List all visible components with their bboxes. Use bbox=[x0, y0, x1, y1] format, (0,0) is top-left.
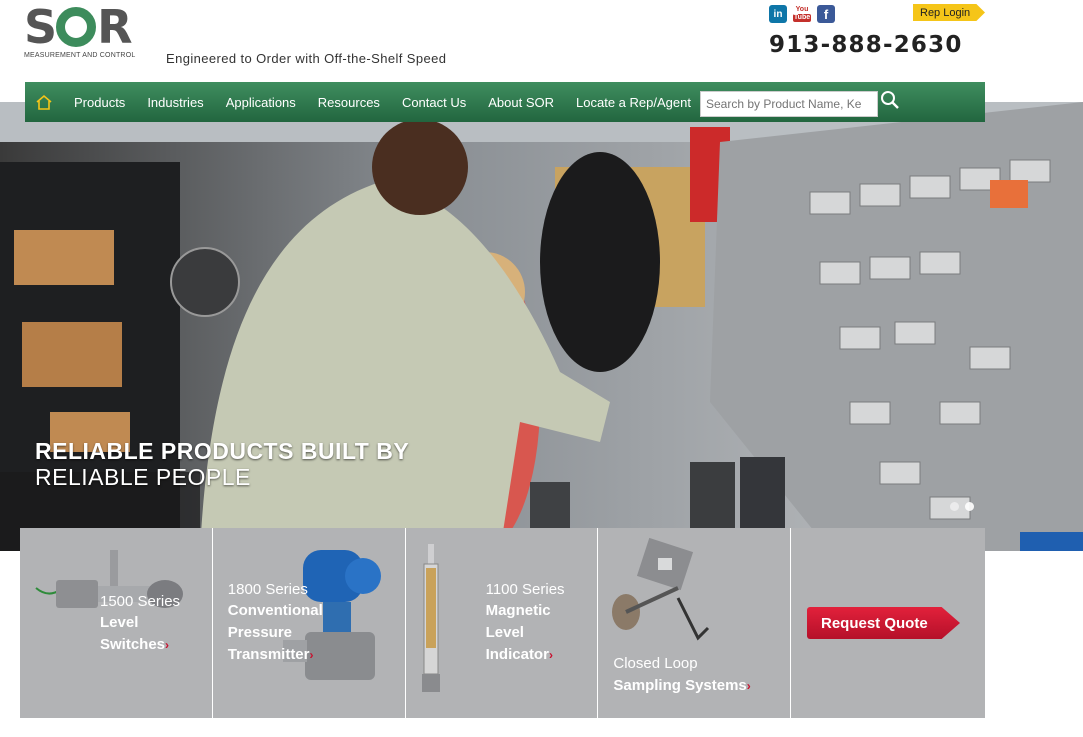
facebook-icon[interactable]: f bbox=[817, 5, 835, 23]
tile-name-text: Switches bbox=[100, 636, 166, 653]
youtube-icon-top: You bbox=[795, 6, 809, 13]
tile-name-line2: Pressure bbox=[227, 624, 293, 641]
carousel-dot-active[interactable] bbox=[965, 502, 974, 511]
tile-series: Closed Loop bbox=[613, 655, 698, 672]
hero-subtitle: RELIABLE PEOPLE bbox=[35, 464, 251, 490]
tile-series: 1500 Series bbox=[100, 593, 181, 610]
chevron-right-icon: › bbox=[309, 648, 314, 662]
carousel-dots bbox=[950, 502, 974, 511]
tile-name-line2: Switches› bbox=[100, 634, 169, 656]
sor-logo[interactable]: SR MEASUREMENT AND CONTROL bbox=[24, 4, 148, 64]
social-links: in You Tube f bbox=[769, 5, 835, 23]
chevron-right-icon: › bbox=[165, 638, 170, 652]
linkedin-icon[interactable]: in bbox=[769, 5, 787, 23]
request-quote-button[interactable]: Request Quote bbox=[807, 607, 960, 639]
main-nav: Products Industries Applications Resourc… bbox=[25, 82, 985, 122]
nav-contact-us[interactable]: Contact Us bbox=[391, 95, 477, 110]
nav-about-sor[interactable]: About SOR bbox=[477, 95, 565, 110]
nav-resources[interactable]: Resources bbox=[307, 95, 391, 110]
search-input[interactable] bbox=[700, 91, 878, 117]
tagline: Engineered to Order with Off-the-Shelf S… bbox=[166, 51, 447, 66]
tile-series: 1800 Series bbox=[227, 581, 308, 598]
logo-subtitle: MEASUREMENT AND CONTROL bbox=[24, 52, 136, 59]
tile-pressure-transmitter[interactable]: 1800 Series Conventional Pressure Transm… bbox=[212, 528, 406, 718]
logo-mark: SR bbox=[24, 0, 133, 54]
tile-name-line2: Level bbox=[485, 624, 524, 641]
phone-number[interactable]: 913-888-2630 bbox=[769, 32, 963, 58]
tile-name-line3: Transmitter› bbox=[228, 644, 314, 666]
nav-industries[interactable]: Industries bbox=[136, 95, 214, 110]
carousel-dot[interactable] bbox=[950, 502, 959, 511]
tile-name-line1: Sampling Systems› bbox=[613, 675, 750, 697]
nav-locate-rep[interactable]: Locate a Rep/Agent bbox=[565, 95, 702, 110]
tile-name-text: Sampling Systems bbox=[613, 677, 747, 694]
tile-name-line1: Level bbox=[100, 614, 139, 631]
hero-banner[interactable]: RELIABLE PRODUCTS BUILT BY RELIABLE PEOP… bbox=[0, 102, 1083, 551]
nav-products[interactable]: Products bbox=[63, 95, 136, 110]
nav-applications[interactable]: Applications bbox=[215, 95, 307, 110]
chevron-right-icon: › bbox=[746, 679, 751, 693]
tile-series: 1100 Series bbox=[485, 581, 565, 598]
tile-magnetic-level-indicator[interactable]: 1100 Series Magnetic Level Indicator› bbox=[405, 528, 599, 718]
home-icon[interactable] bbox=[25, 94, 63, 110]
tile-level-switches[interactable]: 1500 Series Level Switches› bbox=[20, 528, 213, 718]
rep-login-button[interactable]: Rep Login bbox=[913, 4, 985, 21]
tile-sampling-systems[interactable]: Closed Loop Sampling Systems› bbox=[598, 528, 792, 718]
tile-name-line1: Conventional bbox=[227, 602, 323, 619]
search-icon[interactable] bbox=[880, 90, 900, 115]
tile-name-line3: Indicator› bbox=[486, 644, 553, 666]
youtube-icon[interactable]: You Tube bbox=[792, 5, 812, 23]
tile-name-line1: Magnetic bbox=[485, 602, 551, 619]
youtube-icon-bottom: Tube bbox=[792, 14, 812, 22]
tile-name-text: Transmitter bbox=[227, 646, 310, 663]
chevron-right-icon: › bbox=[548, 648, 553, 662]
hero-title: RELIABLE PRODUCTS BUILT BY bbox=[35, 438, 410, 464]
tile-name-text: Indicator bbox=[485, 646, 549, 663]
